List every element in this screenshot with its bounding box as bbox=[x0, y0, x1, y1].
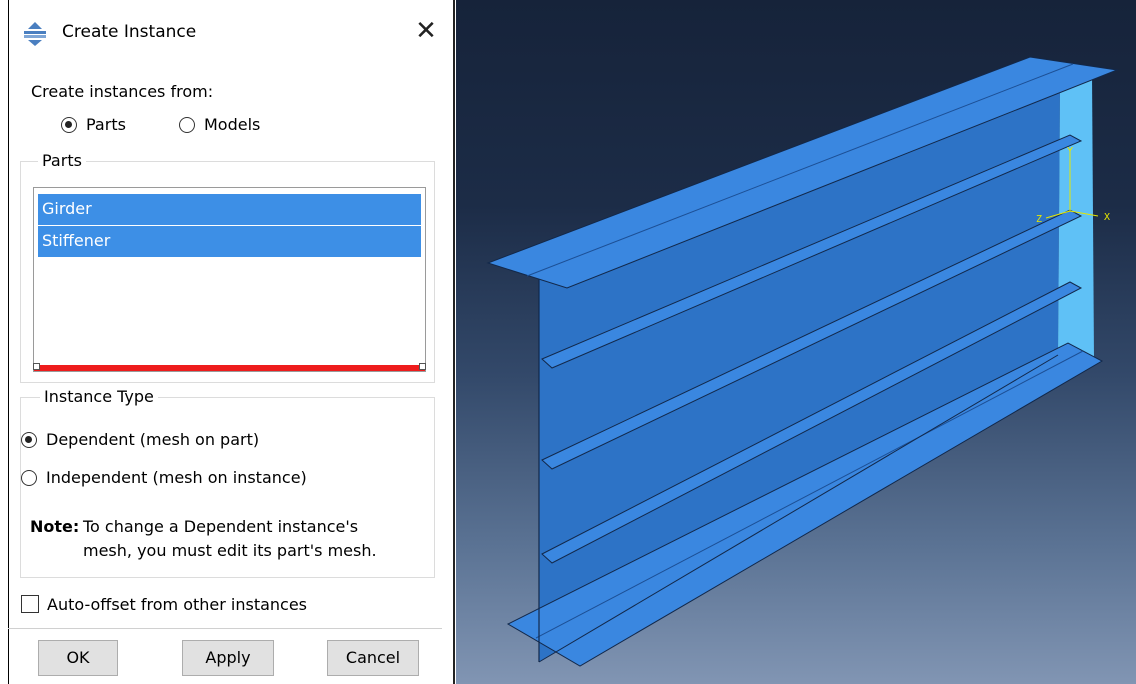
note-line-2: mesh, you must edit its part's mesh. bbox=[83, 541, 377, 560]
selection-highlight-bar bbox=[34, 365, 425, 371]
radio-independent[interactable] bbox=[21, 470, 37, 486]
axis-z-label: Z bbox=[1036, 214, 1042, 225]
note-label: Note: bbox=[30, 517, 80, 536]
note-line-1: To change a Dependent instance's bbox=[83, 517, 359, 536]
list-item-stiffener[interactable]: Stiffener bbox=[38, 226, 421, 257]
auto-offset-label[interactable]: Auto-offset from other instances bbox=[47, 595, 307, 614]
model-viewport[interactable]: Y X Z bbox=[456, 0, 1136, 684]
radio-parts[interactable] bbox=[61, 117, 77, 133]
parts-listbox[interactable]: Girder Stiffener bbox=[33, 187, 426, 372]
radio-dependent-label[interactable]: Dependent (mesh on part) bbox=[46, 430, 259, 449]
apply-button[interactable]: Apply bbox=[182, 640, 274, 676]
radio-independent-label[interactable]: Independent (mesh on instance) bbox=[46, 468, 307, 487]
axis-y-label: Y bbox=[1067, 146, 1073, 157]
left-resize-handle[interactable] bbox=[33, 363, 40, 370]
radio-models-label[interactable]: Models bbox=[204, 115, 260, 134]
list-item-girder[interactable]: Girder bbox=[38, 194, 421, 225]
radio-parts-label[interactable]: Parts bbox=[86, 115, 126, 134]
dialog-left-border bbox=[8, 0, 9, 684]
girder-model: Y X Z bbox=[486, 56, 1119, 667]
right-resize-handle[interactable] bbox=[419, 363, 426, 370]
parts-group-label: Parts bbox=[38, 151, 86, 170]
axis-x-label: X bbox=[1104, 212, 1110, 223]
dialog-title: Create Instance bbox=[62, 22, 197, 42]
cancel-button[interactable]: Cancel bbox=[327, 640, 419, 676]
source-label: Create instances from: bbox=[31, 82, 214, 101]
auto-offset-checkbox[interactable] bbox=[21, 595, 39, 613]
ok-button[interactable]: OK bbox=[38, 640, 118, 676]
button-divider bbox=[8, 628, 442, 629]
radio-models[interactable] bbox=[179, 117, 195, 133]
instance-type-label: Instance Type bbox=[40, 387, 158, 406]
create-instance-dialog: Create Instance ✕ Create instances from:… bbox=[0, 0, 446, 684]
close-icon[interactable]: ✕ bbox=[412, 18, 440, 46]
instance-app-icon bbox=[24, 22, 46, 46]
panel-separator-line bbox=[453, 0, 455, 684]
radio-dependent[interactable] bbox=[21, 432, 37, 448]
